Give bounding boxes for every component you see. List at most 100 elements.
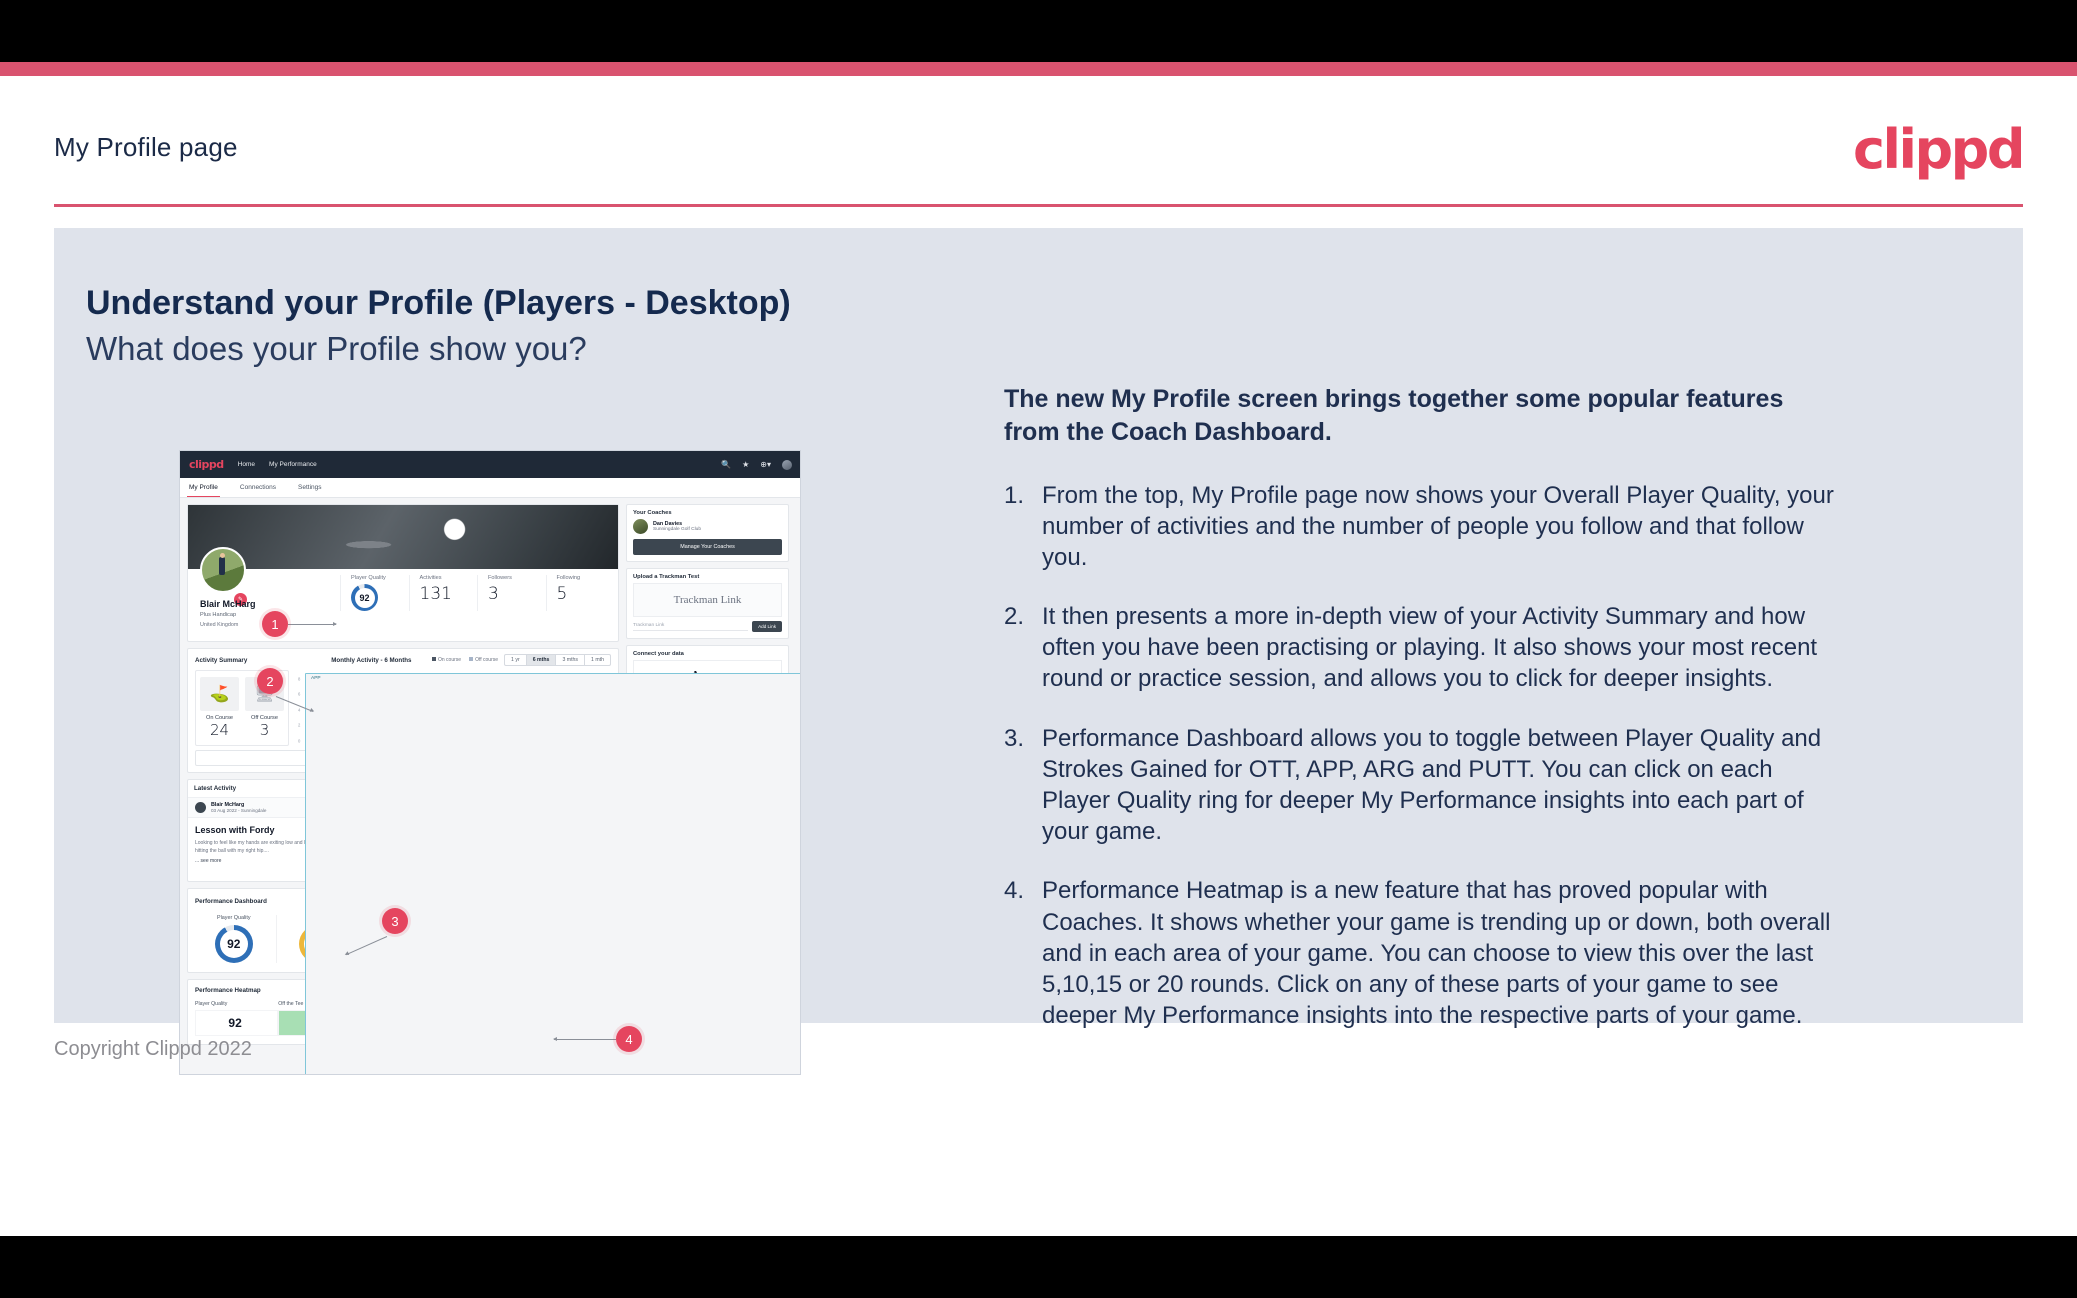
stat-label: Activities <box>419 575 442 581</box>
manage-coaches-button[interactable]: Manage Your Coaches <box>633 539 782 555</box>
tab-my-profile[interactable]: My Profile <box>187 478 220 497</box>
activity-summary-title: Activity Summary <box>195 656 248 664</box>
avatar[interactable] <box>200 547 246 593</box>
trackman-placeholder-box: Trackman Link <box>633 583 782 617</box>
add-icon[interactable]: ⊕▾ <box>760 460 771 469</box>
ring-gauge: 92 <box>214 925 253 963</box>
y-tick: 0 <box>298 738 301 744</box>
clippd-logo: clippd <box>1853 118 2026 181</box>
copyright-text: Copyright Clippd 2022 <box>54 1038 252 1060</box>
callout-badge-2: 2 <box>257 668 283 694</box>
range-selector: 1 yr 6 mths 3 mths 1 mth <box>504 654 611 666</box>
list-text: Performance Dashboard allows you to togg… <box>1042 724 1822 846</box>
coaches-title: Your Coaches <box>633 510 672 516</box>
performance-dashboard-title: Performance Dashboard <box>195 897 267 905</box>
list-text: It then presents a more in-depth view of… <box>1042 603 1818 693</box>
activity-summary-header: Activity Summary Monthly Activity - 6 Mo… <box>188 649 618 668</box>
nav-item-my-performance[interactable]: My Performance <box>269 461 317 468</box>
section-subtitle: What does your Profile show you? <box>86 330 587 367</box>
stat-value: 3 <box>488 584 499 604</box>
slide-deck: My Profile page clippd Understand your P… <box>0 0 2077 1298</box>
bottom-letterbox <box>0 1236 2077 1298</box>
profile-name: Blair McHarg <box>200 599 256 609</box>
profile-card: ✎ Blair McHarg Plus Handicap United King… <box>187 504 619 642</box>
callout-badge-1: 1 <box>262 611 288 637</box>
off-course-value: 3 <box>259 721 270 739</box>
monthly-activity-title: Monthly Activity - 6 Months <box>331 656 412 664</box>
profile-handicap: Plus Handicap <box>200 612 237 618</box>
trackman-link-input[interactable]: Trackman Link <box>633 623 749 631</box>
avatar-figure <box>219 557 225 575</box>
legend-off-course: Off course <box>469 657 498 663</box>
heatmap-cell-player-quality[interactable]: 92 <box>195 1010 279 1036</box>
player-quality-value: 92 <box>354 587 375 608</box>
author-info: Blair McHarg 03 Aug 2022 - Sunningdale <box>211 802 266 813</box>
slide-canvas: My Profile page clippd Understand your P… <box>0 76 2077 1236</box>
trackman-input-row: Trackman Link Add Link <box>627 621 788 638</box>
range-1yr[interactable]: 1 yr <box>505 655 527 665</box>
add-link-button[interactable]: Add Link <box>752 621 782 632</box>
profile-body: ✎ Blair McHarg Plus Handicap United King… <box>188 547 618 641</box>
chart-legend: On course Off course <box>431 657 498 663</box>
content-panel: Understand your Profile (Players - Deskt… <box>54 228 2023 1075</box>
tab-connections[interactable]: Connections <box>240 478 276 497</box>
list-text: From the top, My Profile page now shows … <box>1042 481 1834 571</box>
your-coaches-card: Your Coaches Dan Davies Sunningdale Golf… <box>626 504 789 562</box>
coach-club: Sunningdale Golf Club <box>653 527 702 532</box>
cell-value: 92 <box>228 1016 242 1030</box>
stat-activities[interactable]: Activities 131 <box>408 575 478 611</box>
coach-avatar <box>633 519 648 534</box>
nav-icons: 🔍 ★ ⊕▾ <box>721 459 792 470</box>
coach-info: Dan Davies Sunningdale Golf Club <box>653 521 701 532</box>
stat-followers[interactable]: Followers 3 <box>477 575 546 611</box>
author-date: 03 Aug 2022 - Sunningdale <box>211 808 267 813</box>
list-number: 2. <box>1004 603 1025 631</box>
app-navbar: clippd Home My Performance 🔍 ★ ⊕▾ <box>180 451 800 478</box>
callout-leader-1 <box>288 622 337 626</box>
app-body: ✎ Blair McHarg Plus Handicap United King… <box>180 498 800 1074</box>
list-item: 2. It then presents a more in-depth view… <box>1004 601 1844 695</box>
heatmap-label: Player Quality <box>195 1001 228 1007</box>
top-accent-bar <box>0 62 2077 76</box>
y-tick: 8 <box>298 676 301 682</box>
list-number: 3. <box>1004 724 1025 752</box>
flag-icon: ⛳ <box>200 677 239 711</box>
activity-body: Lesson with Fordy Looking to feel like m… <box>188 673 800 1074</box>
avatar-icon[interactable] <box>782 459 792 470</box>
lead-paragraph: The new My Profile screen brings togethe… <box>1004 385 1784 447</box>
stat-value: 5 <box>556 584 568 604</box>
activity-chips: OTT APP <box>305 673 800 1074</box>
coach-entry[interactable]: Dan Davies Sunningdale Golf Club <box>627 519 788 539</box>
callout-badge-4: 4 <box>616 1026 642 1052</box>
range-6mths[interactable]: 6 mths <box>526 655 557 665</box>
community-icon[interactable]: ★ <box>742 460 749 469</box>
range-1mth[interactable]: 1 mth <box>585 655 610 665</box>
section-title: Understand your Profile (Players - Deskt… <box>86 284 791 322</box>
callout-leader-4 <box>553 1037 616 1041</box>
profile-location: United Kingdom <box>200 622 239 628</box>
avatar-head <box>220 553 225 558</box>
list-item: 1. From the top, My Profile page now sho… <box>1004 480 1844 574</box>
stat-player-quality[interactable]: Player Quality 92 <box>340 575 409 611</box>
tab-settings[interactable]: Settings <box>298 478 322 497</box>
search-icon[interactable]: 🔍 <box>721 460 731 469</box>
chip-app[interactable]: APP <box>305 673 800 1074</box>
y-tick: 6 <box>298 691 301 697</box>
main-column: ✎ Blair McHarg Plus Handicap United King… <box>187 504 800 1074</box>
top-letterbox <box>0 0 2077 62</box>
list-item: 3. Performance Dashboard allows you to t… <box>1004 723 1844 848</box>
list-number: 1. <box>1004 481 1025 509</box>
ring-label: Player Quality <box>217 915 251 921</box>
app-logo: clippd <box>189 458 224 471</box>
stat-following[interactable]: Following 5 <box>545 575 615 611</box>
connect-data-title: Connect your data <box>633 651 684 657</box>
trackman-card: Upload a Trackman Test Trackman Link Tra… <box>626 568 789 639</box>
stat-value: 131 <box>419 584 452 604</box>
header-divider <box>54 204 2023 207</box>
ring-player-quality[interactable]: Player Quality 92 <box>192 915 276 963</box>
player-quality-ring[interactable]: 92 <box>351 584 378 611</box>
range-3mths[interactable]: 3 mths <box>556 655 586 665</box>
slide-header: My Profile page clippd <box>54 104 2026 200</box>
nav-item-home[interactable]: Home <box>238 461 255 468</box>
app-screenshot: clippd Home My Performance 🔍 ★ ⊕▾ My Pro… <box>179 450 801 1075</box>
